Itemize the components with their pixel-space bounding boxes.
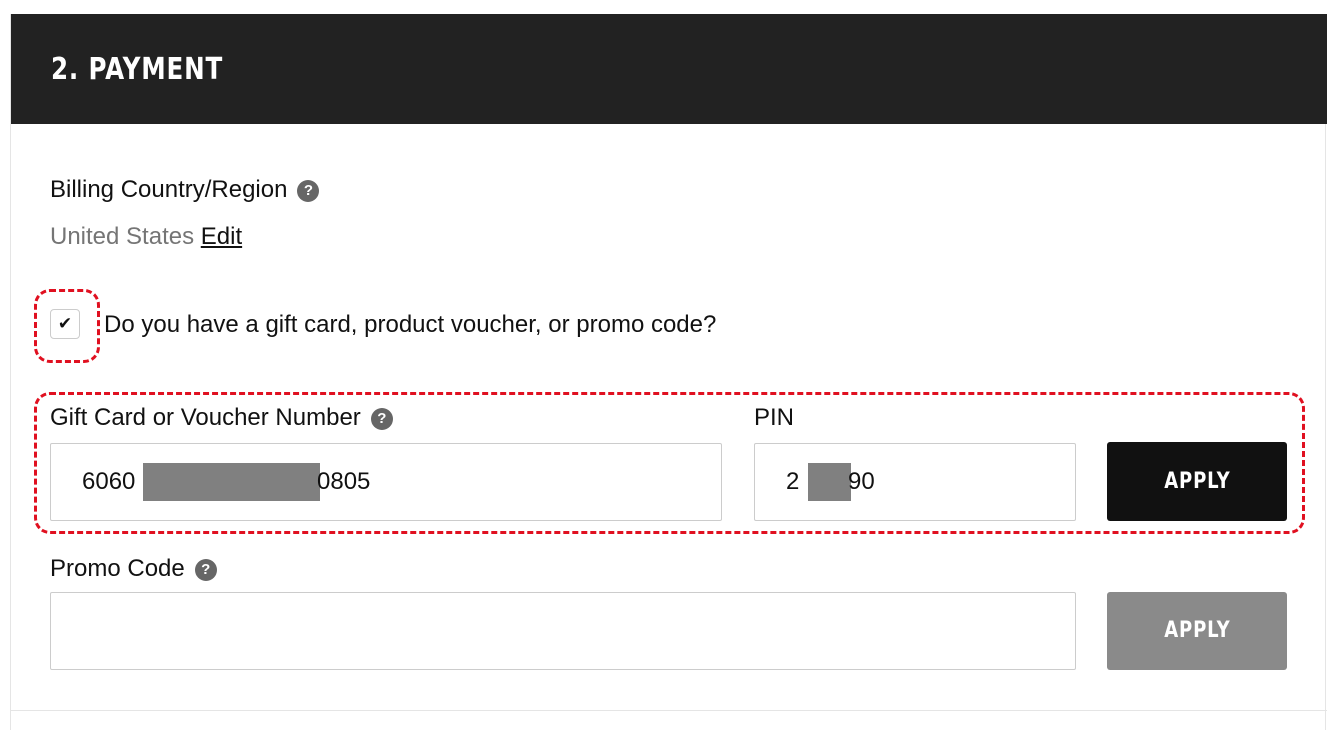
promo-code-label: Promo Code [50, 555, 185, 582]
billing-country-row: United States Edit [50, 222, 242, 252]
pin-prefix: 2 [786, 468, 800, 495]
billing-country-label: Billing Country/Region [50, 176, 288, 203]
redacted-mask [808, 463, 851, 501]
pin-input[interactable]: 2 90 [754, 443, 1076, 521]
redacted-mask [143, 463, 320, 501]
promo-code-input[interactable] [50, 592, 1076, 670]
divider [11, 710, 1327, 711]
gift-card-number-prefix: 6060 [82, 468, 136, 495]
apply-gift-card-label: APPLY [1163, 469, 1231, 494]
gift-card-checkbox[interactable]: ✔ [50, 309, 80, 339]
gift-card-number-input[interactable]: 6060 0805 [50, 443, 722, 521]
pin-label: PIN [754, 404, 795, 431]
billing-country-value: United States [50, 223, 195, 250]
gift-card-number-suffix: 0805 [317, 468, 371, 495]
question-circle-icon[interactable]: ? [370, 408, 393, 430]
apply-gift-card-button[interactable]: APPLY [1107, 442, 1287, 521]
billing-country-label-row: Billing Country/Region? [50, 175, 320, 205]
pin-suffix: 90 [848, 468, 875, 495]
question-circle-icon[interactable]: ? [194, 559, 217, 581]
edit-country-link[interactable]: Edit [201, 223, 242, 250]
apply-promo-code-button[interactable]: APPLY [1107, 592, 1287, 670]
gift-card-option-label[interactable]: Do you have a gift card, product voucher… [104, 310, 716, 340]
apply-promo-code-label: APPLY [1163, 618, 1231, 643]
gift-card-number-label-row: Gift Card or Voucher Number? [50, 403, 393, 433]
question-circle-icon[interactable]: ? [297, 180, 320, 202]
section-title: 2. PAYMENT [51, 52, 224, 87]
promo-code-label-row: Promo Code? [50, 554, 217, 584]
gift-card-number-label: Gift Card or Voucher Number [50, 404, 361, 431]
payment-header: 2. PAYMENT [11, 14, 1327, 124]
